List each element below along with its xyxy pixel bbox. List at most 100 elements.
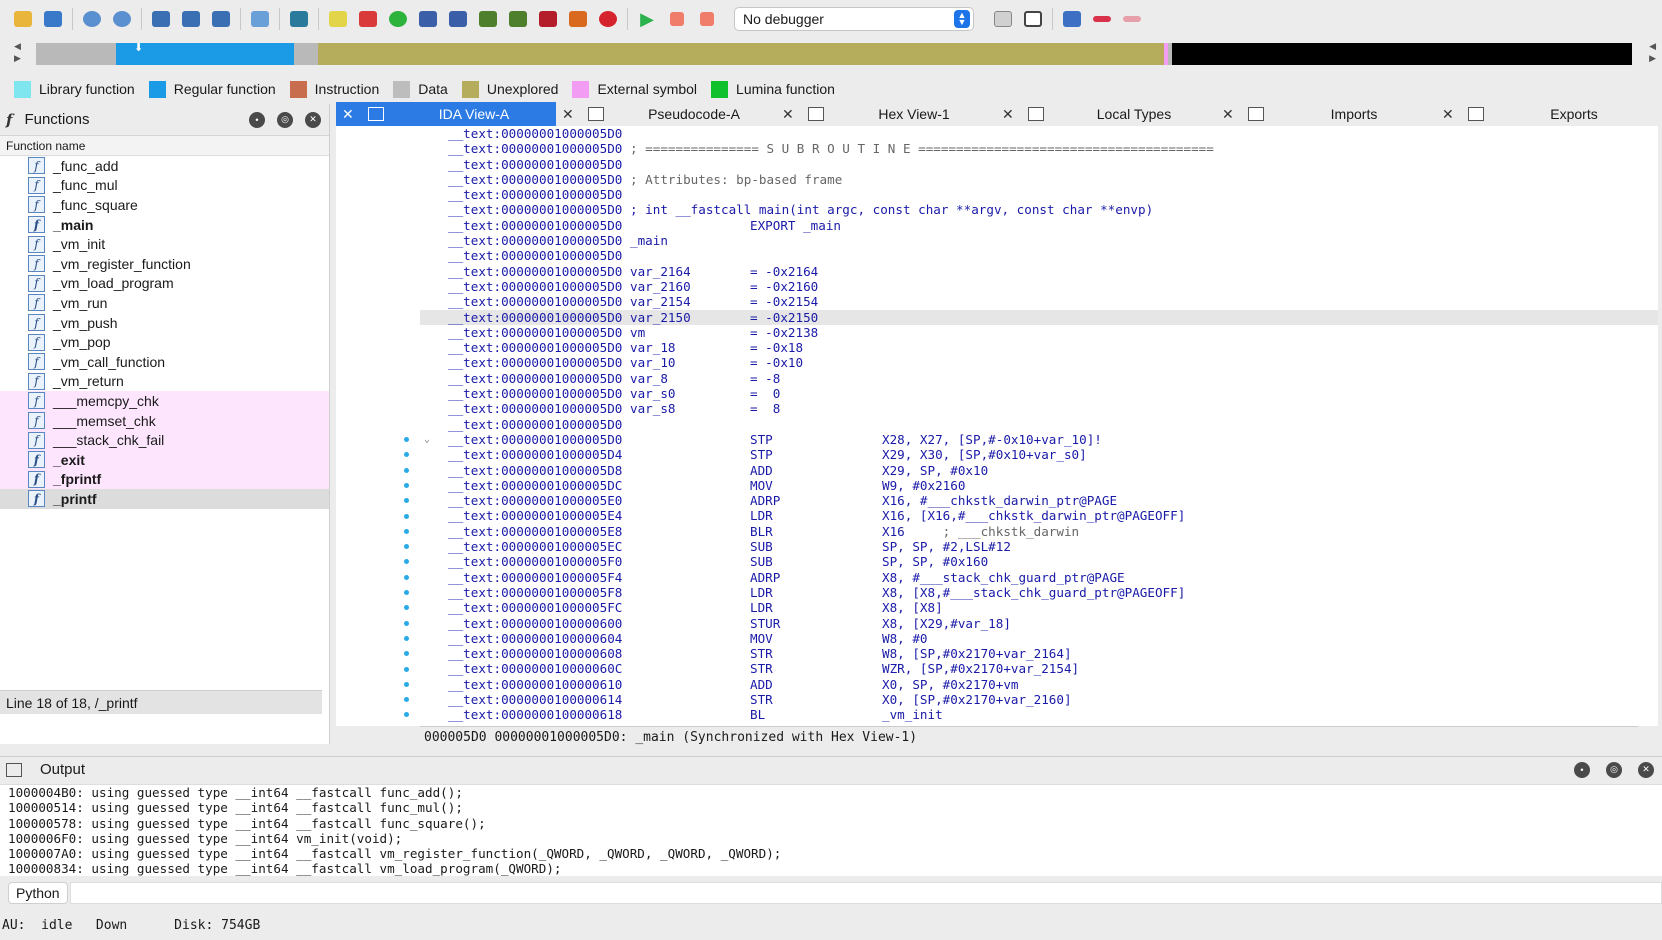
disasm-line[interactable]: __text:00000001000005D0 EXPORT _main [420,218,1658,233]
disasm-line[interactable]: __text:00000001000005EC SUB SP, SP, #2,LSL… [420,539,1658,554]
function-list-item[interactable]: f _fprintf [0,469,329,490]
xref-button[interactable] [503,5,533,33]
debugger-select[interactable]: No debugger ▲ ▼ [734,7,974,31]
disasm-line[interactable]: __text:00000001000005D0 [420,126,1658,141]
function-list-item[interactable]: f _func_mul [0,176,329,196]
patch-button[interactable] [563,5,593,33]
disasm-line[interactable]: __text:00000001000005D0 [420,187,1658,202]
python-language-button[interactable]: Python [8,882,68,904]
disasm-line[interactable]: __text:00000001000005D0 ; ===============… [420,141,1658,156]
segments-button[interactable] [473,5,503,33]
enum-button[interactable] [443,5,473,33]
save-button[interactable] [38,5,68,33]
back-button[interactable] [77,5,107,33]
bookmark-button[interactable] [533,5,563,33]
disasm-line[interactable]: __text:00000001000005D0 var_10 = -0x10 [420,355,1658,370]
nav-left-icon[interactable]: ◀ ▶ [14,40,21,64]
function-list-item[interactable]: f _vm_init [0,234,329,254]
stop-icon[interactable] [692,5,722,33]
create-function-button[interactable] [146,5,176,33]
disasm-line[interactable]: __text:0000000100000610 ADD X0, SP, #0x217… [420,677,1658,692]
close-tab-icon[interactable]: ✕ [562,106,580,123]
disasm-line[interactable]: __text:00000001000005D0 ; int __fastcall … [420,202,1658,217]
disasm-line[interactable]: __text:00000001000005D0 var_2164 = -0x2164 [420,264,1658,279]
tab-hex-view-1[interactable]: ✕ Hex View-1 [776,102,996,126]
function-list-item[interactable]: f _vm_call_function [0,352,329,372]
disasm-line[interactable]: __text:00000001000005D0 var_2160 = -0x2160 [420,279,1658,294]
panel-float-icon[interactable]: ◎ [1606,761,1622,778]
close-tab-icon[interactable]: ✕ [782,106,800,123]
navigation-band[interactable]: ◀ ▶ ⬇ ◀ ▶ [0,40,1662,68]
function-list-item[interactable]: f _vm_run [0,293,329,313]
disasm-line[interactable]: __text:00000001000005D0 var_s8 = 8 [420,401,1658,416]
function-list-item[interactable]: f _func_square [0,195,329,215]
disasm-line[interactable]: __text:00000001000005D0 [420,248,1658,263]
string-button[interactable] [323,5,353,33]
function-list-item[interactable]: f _exit [0,449,329,470]
lumina-button[interactable] [383,5,413,33]
close-tab-icon[interactable]: ✕ [1442,106,1460,123]
graph-view-button[interactable] [245,5,275,33]
disasm-line[interactable]: __text:0000000100000600 STUR X8, [X29,#var… [420,616,1658,631]
close-icon[interactable]: ✕ [305,111,321,128]
disasm-line[interactable]: __text:000000010000060C STR WZR, [SP,#0x21… [420,661,1658,676]
chevron-down-icon[interactable]: ⌄ [424,432,430,447]
disasm-line[interactable]: __text:00000001000005D0 _main [420,233,1658,248]
function-list-item[interactable]: f ___stack_chk_fail [0,430,329,450]
tab-exports[interactable]: ✕ Exports [1436,102,1656,126]
disassembly-listing[interactable]: __text:00000001000005D0 __text:0000000100… [420,126,1658,723]
close-tab-icon[interactable]: ✕ [342,106,360,123]
function-list-item[interactable]: f ___memset_chk [0,410,329,431]
disasm-line[interactable]: __text:00000001000005FC LDR X8, [X8] [420,600,1658,615]
function-list-item[interactable]: f _func_add [0,156,329,176]
disasm-line[interactable]: __text:00000001000005E4 LDR X16, [X16,#___… [420,508,1658,523]
disasm-line[interactable]: __text:00000001000005D0 [420,417,1658,432]
struct-button[interactable] [413,5,443,33]
breakpoint-button[interactable] [353,5,383,33]
view-layout-button[interactable] [1057,5,1087,33]
disasm-line[interactable]: __text:00000001000005D0 ; Attributes: bp-… [420,172,1658,187]
disasm-line[interactable]: __text:00000001000005D4 STP X29, X30, [SP,… [420,447,1658,462]
close-tab-icon[interactable]: ✕ [1002,106,1020,123]
disasm-line[interactable]: __text:0000000100000604 MOV W8, #0 [420,631,1658,646]
function-list-item[interactable]: f _printf [0,489,329,509]
process-options-button[interactable] [988,5,1018,33]
open-file-button[interactable] [8,5,38,33]
close-tab-icon[interactable]: ✕ [1222,106,1240,123]
navigation-bar[interactable]: ⬇ [36,42,1636,65]
panel-float-icon[interactable]: ◎ [277,111,293,128]
function-list-item[interactable]: f ___memcpy_chk [0,391,329,411]
tab-pseudocode-a[interactable]: ✕ Pseudocode-A [556,102,776,126]
command-input[interactable] [69,882,1662,904]
nav-right-icon[interactable]: ◀ ▶ [1649,40,1656,64]
make-data-button[interactable] [206,5,236,33]
close-icon[interactable]: ✕ [1638,761,1654,778]
disasm-line[interactable]: __text:00000001000005E8 BLR X16 ; ___chkst… [420,524,1658,539]
function-list-item[interactable]: f _vm_return [0,372,329,392]
play-icon[interactable]: ▶ [632,5,662,33]
function-list-item[interactable]: f _vm_push [0,313,329,333]
disasm-line[interactable]: __text:00000001000005DC MOV W9, #0x2160 [420,478,1658,493]
disasm-line[interactable]: __text:0000000100000614 STR X0, [SP,#0x217… [420,692,1658,707]
forward-button[interactable] [107,5,137,33]
disasm-line[interactable]: __text:00000001000005D0 var_18 = -0x18 [420,340,1658,355]
jump-button[interactable] [284,5,314,33]
tab-ida-view-a[interactable]: ✕ IDA View-A [336,102,556,126]
disasm-line[interactable]: __text:00000001000005D0 [420,157,1658,172]
function-list-item[interactable]: f _vm_load_program [0,274,329,294]
function-name-column-header[interactable]: Function name [0,136,329,156]
disasm-line[interactable]: __text:00000001000005F8 LDR X8, [X8,#___st… [420,585,1658,600]
step-into-button[interactable] [1087,5,1117,33]
disasm-line[interactable]: __text:00000001000005D0 var_8 = -8 [420,371,1658,386]
disasm-line[interactable]: __text:00000001000005D0 var_s0 = 0 [420,386,1658,401]
disasm-line[interactable]: __text:00000001000005D0 var_2154 = -0x2154 [420,294,1658,309]
disasm-line[interactable]: __text:00000001000005E0 ADRP X16, #___chks… [420,493,1658,508]
function-list-item[interactable]: f _vm_pop [0,332,329,352]
stop-sign-button[interactable] [593,5,623,33]
output-console[interactable]: 1000004B0: using guessed type __int64 __… [0,784,1662,876]
function-list-item[interactable]: f _main [0,215,329,235]
attach-process-button[interactable] [1018,5,1048,33]
pause-icon[interactable] [662,5,692,33]
disasm-line[interactable]: __text:00000001000005D0 vm = -0x2138 [420,325,1658,340]
tab-local-types[interactable]: ✕ Local Types [996,102,1216,126]
